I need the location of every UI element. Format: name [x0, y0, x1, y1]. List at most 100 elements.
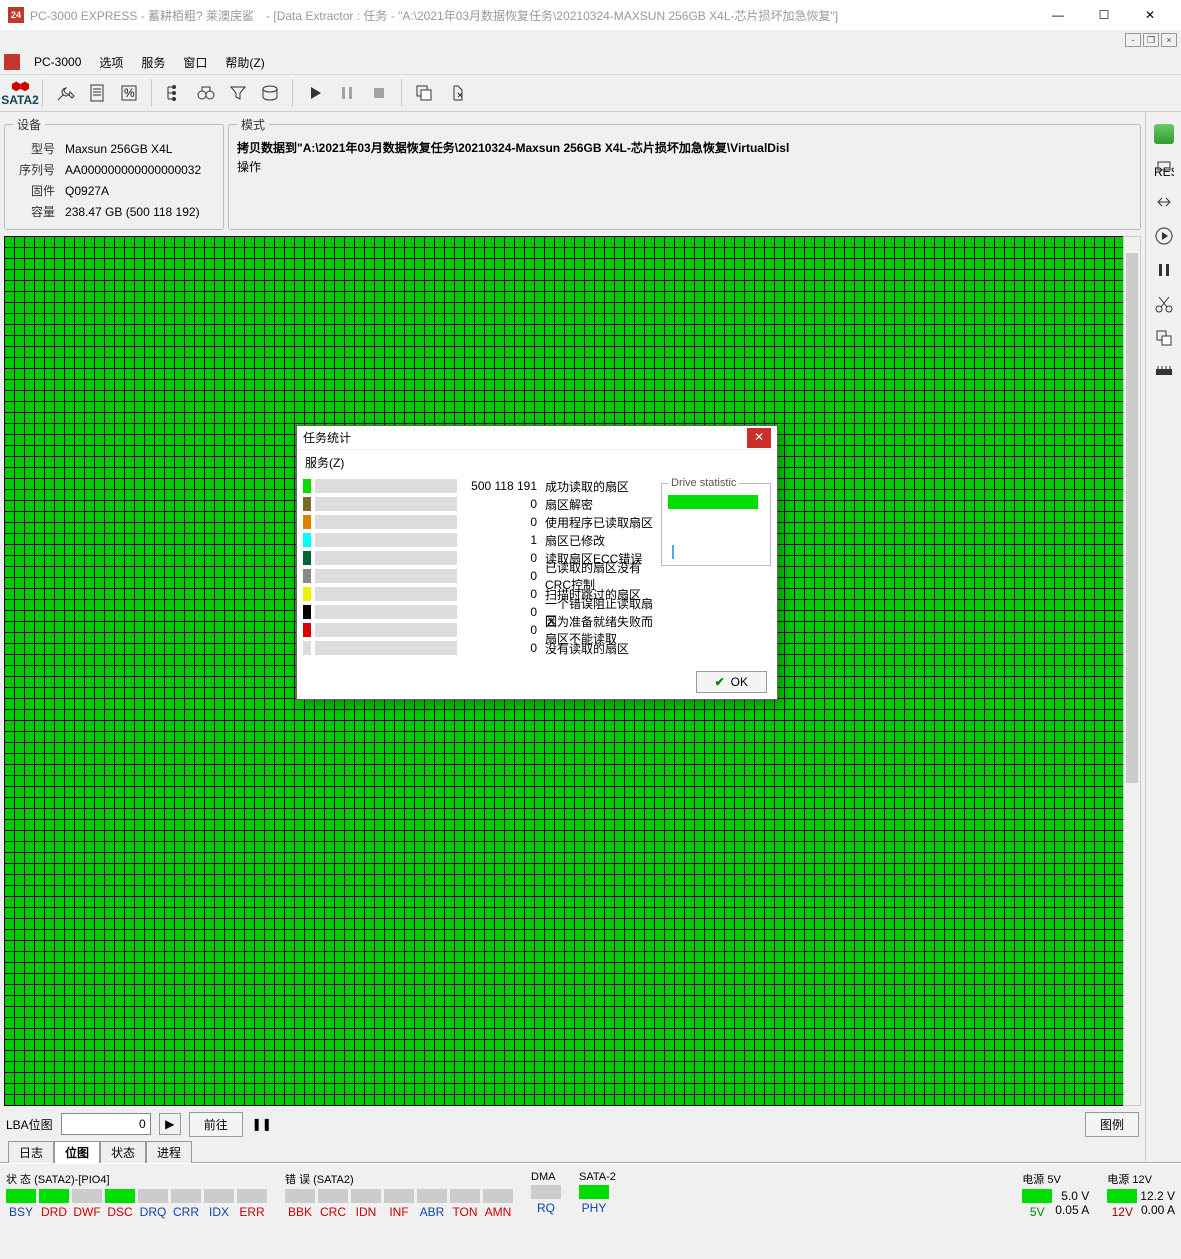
- power-5v-amp: 0.05 A: [1055, 1203, 1089, 1217]
- led-crc: CRC: [318, 1189, 348, 1219]
- percent-icon[interactable]: %: [115, 78, 143, 108]
- nav-pause-button[interactable]: ❚❚: [251, 1113, 273, 1135]
- stat-row: 0扇区解密: [303, 495, 653, 513]
- disk-icon[interactable]: [256, 78, 284, 108]
- app-icon: 24: [8, 7, 24, 23]
- tools-icon[interactable]: [51, 78, 79, 108]
- led-drq: DRQ: [138, 1189, 168, 1219]
- led-inf: INF: [384, 1189, 414, 1219]
- led-crr: CRR: [171, 1189, 201, 1219]
- window-title: PC-3000 EXPRESS - 蓄耕栢粗? 莱澳庑鲨 - [Data Ext…: [30, 7, 1035, 24]
- mdi-min-button[interactable]: -: [1125, 33, 1141, 47]
- led-dwf: DWF: [72, 1189, 102, 1219]
- status-group-dma: DMA: [531, 1171, 561, 1183]
- mode-text: 拷贝数据到"A:\2021年03月数据恢复任务\20210324-Maxsun …: [237, 137, 1132, 158]
- led-rq: RQ: [531, 1185, 561, 1215]
- rt-cut-icon[interactable]: [1154, 294, 1174, 314]
- svg-text:%: %: [124, 86, 135, 100]
- operation-label: 操作: [237, 158, 1132, 175]
- ok-button[interactable]: ✔OK: [696, 671, 767, 693]
- statistics-list: 500 118 191成功读取的扇区0扇区解密0使用程序已读取扇区1扇区已修改 0…: [303, 477, 653, 657]
- mode-panel: 模式 拷贝数据到"A:\2021年03月数据恢复任务\20210324-Maxs…: [228, 116, 1141, 230]
- menu-bar: PC-3000 选项 服务 窗口 帮助(Z): [0, 50, 1181, 74]
- rt-copy-icon[interactable]: [1154, 328, 1174, 348]
- minimize-button[interactable]: —: [1035, 0, 1081, 30]
- toolbar: ⬢⬢SATA2 %: [0, 74, 1181, 112]
- dialog-title: 任务统计: [303, 429, 747, 446]
- dialog-close-button[interactable]: ✕: [747, 428, 771, 448]
- maximize-button[interactable]: ☐: [1081, 0, 1127, 30]
- led-idx: IDX: [204, 1189, 234, 1219]
- status-group-error: 错 误 (SATA2): [285, 1171, 513, 1187]
- lba-label: LBA位图: [6, 1116, 53, 1133]
- led-abr: ABR: [417, 1189, 447, 1219]
- menu-help[interactable]: 帮助(Z): [217, 51, 272, 74]
- drive-statistic-panel: Drive statistic: [661, 477, 771, 566]
- play-button[interactable]: [301, 78, 329, 108]
- led-bsy: BSY: [6, 1189, 36, 1219]
- goto-button[interactable]: 前往: [189, 1112, 243, 1137]
- led-bbk: BBK: [285, 1189, 315, 1219]
- led-err: ERR: [237, 1189, 267, 1219]
- svg-text:RESET: RESET: [1154, 165, 1174, 178]
- rt-connector-icon[interactable]: [1154, 362, 1174, 382]
- menu-service[interactable]: 服务: [133, 51, 173, 74]
- lba-go-icon[interactable]: ▶: [159, 1113, 181, 1135]
- tab-status[interactable]: 状态: [100, 1141, 146, 1163]
- rt-pause-icon[interactable]: [1154, 260, 1174, 280]
- rt-drive-icon[interactable]: [1154, 124, 1174, 144]
- stat-row: 0已读取的扇区没有CRC控制: [303, 567, 653, 585]
- menu-options[interactable]: 选项: [91, 51, 131, 74]
- document-icon[interactable]: [83, 78, 111, 108]
- led-phy: PHY: [579, 1185, 609, 1215]
- legend-button[interactable]: 图例: [1085, 1112, 1139, 1137]
- mdi-restore-button[interactable]: ❐: [1143, 33, 1159, 47]
- close-button[interactable]: ✕: [1127, 0, 1173, 30]
- device-legend: 设备: [13, 116, 45, 133]
- tab-bitmap[interactable]: 位图: [54, 1141, 100, 1163]
- menu-window[interactable]: 窗口: [175, 51, 215, 74]
- power-12v-amp: 0.00 A: [1140, 1203, 1175, 1217]
- drive-stat-bar-1: [668, 495, 758, 509]
- power-12v-volt: 12.2 V: [1140, 1189, 1175, 1203]
- device-model: Maxsun 256GB X4L: [61, 139, 205, 158]
- menu-pc3000[interactable]: PC-3000: [26, 52, 89, 72]
- rt-play-icon[interactable]: [1154, 226, 1174, 246]
- stat-row: 0没有读取的扇区: [303, 639, 653, 657]
- tab-log[interactable]: 日志: [8, 1141, 54, 1163]
- menu-app-icon: [4, 54, 20, 70]
- stop-button[interactable]: [365, 78, 393, 108]
- status-area: 状 态 (SATA2)-[PIO4] BSYDRDDWFDSCDRQCRRIDX…: [0, 1162, 1181, 1223]
- filter-icon[interactable]: [224, 78, 252, 108]
- stat-row: 1扇区已修改: [303, 531, 653, 549]
- tree-icon[interactable]: [160, 78, 188, 108]
- led-dsc: DSC: [105, 1189, 135, 1219]
- exit-icon[interactable]: [442, 78, 470, 108]
- dialog-menu-service[interactable]: 服务(Z): [297, 450, 777, 475]
- nav-bar: LBA位图 ▶ 前往 ❚❚ 图例: [0, 1108, 1145, 1140]
- copy-icon[interactable]: [410, 78, 438, 108]
- stat-row: 0使用程序已读取扇区: [303, 513, 653, 531]
- device-firmware: Q0927A: [61, 181, 205, 200]
- led-idn: IDN: [351, 1189, 381, 1219]
- mdi-close-button[interactable]: ×: [1161, 33, 1177, 47]
- pause-button[interactable]: [333, 78, 361, 108]
- power-5v-volt: 5.0 V: [1055, 1189, 1089, 1203]
- rt-arrows-icon[interactable]: [1154, 192, 1174, 212]
- window-titlebar: 24 PC-3000 EXPRESS - 蓄耕栢粗? 莱澳庑鲨 - [Data …: [0, 0, 1181, 30]
- device-capacity: 238.47 GB (500 118 192): [61, 202, 205, 221]
- rt-reset-icon[interactable]: RESET: [1154, 158, 1174, 178]
- status-group-sata: SATA-2: [579, 1171, 616, 1183]
- binoculars-icon[interactable]: [192, 78, 220, 108]
- port-indicator[interactable]: ⬢⬢SATA2: [6, 78, 34, 108]
- map-scrollbar[interactable]: [1123, 236, 1141, 1106]
- bottom-tabs: 日志 位图 状态 进程: [0, 1140, 1145, 1162]
- tab-process[interactable]: 进程: [146, 1141, 192, 1163]
- mdi-buttons: - ❐ ×: [0, 30, 1181, 50]
- status-group-state: 状 态 (SATA2)-[PIO4]: [6, 1171, 267, 1187]
- lba-input[interactable]: [61, 1113, 151, 1135]
- led-drd: DRD: [39, 1189, 69, 1219]
- device-serial: AA000000000000000032: [61, 160, 205, 179]
- stat-row: 500 118 191成功读取的扇区: [303, 477, 653, 495]
- drive-stat-bar-2: [672, 545, 674, 559]
